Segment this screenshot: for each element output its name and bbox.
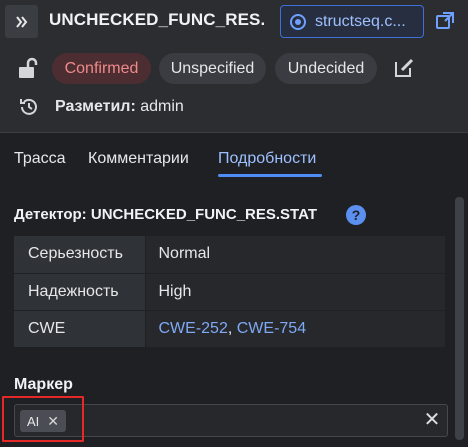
status-undecided[interactable]: Undecided — [275, 53, 377, 84]
table-row: Надежность High — [14, 273, 445, 311]
close-icon[interactable]: ✕ — [422, 410, 442, 430]
properties-table: Серьезность Normal Надежность High CWE C… — [14, 236, 445, 348]
tab-comments[interactable]: Комментарии — [88, 150, 189, 168]
scrollbar[interactable] — [455, 197, 464, 440]
property-key: Надежность — [14, 273, 146, 311]
history-icon — [18, 96, 40, 118]
file-name: structseq.c... — [315, 12, 406, 30]
cwe-separator: , — [227, 319, 237, 337]
issue-title: UNCHECKED_FUNC_RES.... — [49, 10, 264, 29]
tab-trace[interactable]: Трасса — [14, 150, 66, 168]
tab-details[interactable]: Подробности — [218, 150, 316, 168]
issue-details-panel: UNCHECKED_FUNC_RES.... structseq.c... Co… — [0, 0, 468, 447]
cwe-754-link[interactable]: CWE-754 — [237, 320, 306, 337]
property-key: CWE — [14, 310, 146, 348]
detector-heading: Детектор: UNCHECKED_FUNC_RES.STAT — [14, 206, 317, 223]
unlock-button[interactable] — [16, 56, 40, 80]
marker-label: Маркер — [14, 376, 73, 393]
marked-by: Разметил: admin — [55, 98, 184, 116]
table-row: Серьезность Normal — [14, 236, 445, 274]
cwe-252-link[interactable]: CWE-252 — [159, 320, 228, 337]
marked-by-user: admin — [140, 98, 184, 115]
edit-icon — [395, 58, 414, 77]
highlight-box — [2, 396, 84, 442]
open-external-icon — [436, 12, 454, 29]
open-external-button[interactable] — [432, 8, 458, 34]
property-value: CWE-252, CWE-754 — [145, 310, 445, 348]
status-unspecified[interactable]: Unspecified — [159, 53, 266, 84]
help-icon[interactable]: ? — [346, 205, 366, 225]
unlock-icon — [19, 57, 38, 78]
target-icon — [290, 13, 306, 30]
edit-button[interactable] — [392, 56, 416, 80]
file-link-chip[interactable]: structseq.c... — [280, 5, 424, 38]
detector-name: UNCHECKED_FUNC_RES.STAT — [90, 206, 317, 223]
detector-label: Детектор: — [14, 206, 87, 223]
tab-bar: Трасса Комментарии Подробности — [0, 148, 468, 178]
active-tab-indicator — [218, 174, 322, 177]
double-chevron-right-icon — [15, 15, 27, 28]
collapse-panel-button[interactable] — [5, 5, 38, 38]
table-row: CWE CWE-252, CWE-754 — [14, 310, 445, 348]
marked-by-label: Разметил: — [55, 98, 136, 115]
property-value: High — [145, 273, 445, 311]
status-confirmed[interactable]: Confirmed — [52, 53, 151, 84]
property-key: Серьезность — [14, 236, 146, 274]
issue-header: UNCHECKED_FUNC_RES.... structseq.c... Co… — [0, 0, 468, 133]
property-value: Normal — [145, 236, 445, 274]
